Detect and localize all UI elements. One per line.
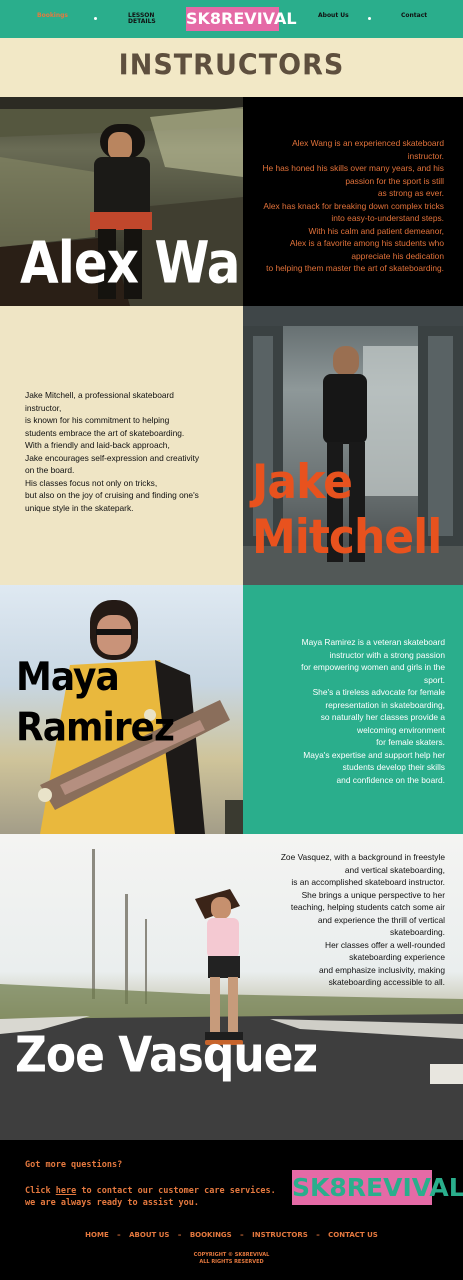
instructor-section-jake: Jake Mitchell, a professional skateboard… bbox=[0, 306, 463, 585]
footer-link-separator: – bbox=[316, 1231, 320, 1239]
bio-line: as strong as ever. bbox=[377, 188, 444, 198]
bio-line: into easy-to-understand steps. bbox=[331, 213, 444, 223]
footer-link-separator: – bbox=[240, 1231, 244, 1239]
bio-line: She brings a unique perspective to her bbox=[301, 889, 445, 900]
instructor-bio-zoe: Zoe Vasquez, with a background in freest… bbox=[245, 851, 445, 989]
footer-question: Got more questions? bbox=[25, 1160, 123, 1170]
bio-line: on the board. bbox=[25, 465, 75, 475]
footer-link-home[interactable]: HOME bbox=[85, 1231, 109, 1239]
title-band: INSTRUCTORS bbox=[0, 38, 463, 97]
bio-line: skateboarding. bbox=[390, 927, 445, 937]
bio-line: for empowering women and girls in the bbox=[301, 662, 445, 672]
bio-line: Jake Mitchell, a professional skateboard bbox=[25, 390, 174, 400]
help-line-2: we are always ready to assist you. bbox=[25, 1198, 199, 1208]
bio-line: sport. bbox=[424, 674, 445, 685]
copyright-line: ALL RIGHTS RESERVED bbox=[199, 1259, 264, 1265]
footer-link-contact[interactable]: CONTACT US bbox=[328, 1231, 378, 1239]
footer-link-instructors[interactable]: INSTRUCTORS bbox=[252, 1231, 308, 1239]
bio-line: Maya's expertise and support help her bbox=[303, 749, 445, 760]
bio-line: students embrace the art of skateboardin… bbox=[25, 427, 185, 438]
nav-bookings-link[interactable]: Bookings bbox=[37, 13, 68, 19]
bio-line: Her classes offer a well-rounded bbox=[325, 939, 445, 950]
bio-line: Alex is a favorite among his students wh… bbox=[289, 238, 444, 248]
footer-link-bookings[interactable]: BOOKINGS bbox=[190, 1231, 232, 1239]
bio-line: With a friendly and laid-back approach, bbox=[25, 440, 170, 450]
bio-line: unique style in the skatepark. bbox=[25, 502, 134, 513]
bio-line: is known for his commitment to helping bbox=[25, 415, 170, 425]
footer-link-separator: – bbox=[117, 1231, 121, 1239]
instructor-name-line: Ramirez bbox=[16, 705, 175, 751]
footer-logo[interactable]: SK8REVIVAL bbox=[292, 1170, 463, 1205]
bio-line: but also on the joy of cruising and find… bbox=[25, 490, 199, 500]
bio-line: students develop their skills bbox=[342, 762, 445, 772]
footer-help-text: Click here to contact our customer care … bbox=[25, 1185, 276, 1209]
help-suffix: to contact our customer care services. bbox=[76, 1186, 276, 1196]
bio-line: Maya Ramirez is a veteran skateboard bbox=[301, 637, 445, 647]
bio-line: skateboarding accessible to all. bbox=[328, 977, 445, 987]
bio-line: He has honed his skills over many years,… bbox=[262, 163, 444, 173]
footer: Got more questions? Click here to contac… bbox=[0, 1140, 463, 1280]
top-nav: Bookings LESSON DETAILS SK8REVIVAL About… bbox=[0, 0, 463, 38]
bio-line: and emphasize inclusivity, making bbox=[319, 964, 445, 975]
instructor-bio-jake: Jake Mitchell, a professional skateboard… bbox=[25, 389, 240, 514]
nav-contact-link[interactable]: Contact bbox=[401, 13, 427, 19]
bio-line: and vertical skateboarding, bbox=[344, 864, 445, 875]
footer-copyright: COPYRIGHT © SK8REVIVAL ALL RIGHTS RESERV… bbox=[0, 1252, 463, 1266]
bio-line: for female skaters. bbox=[376, 737, 445, 747]
bio-line: She's a tireless advocate for female bbox=[312, 687, 445, 697]
bio-line: welcoming environment bbox=[357, 724, 445, 735]
bio-line: instructor with a strong passion bbox=[329, 649, 445, 660]
nav-about-link[interactable]: About Us bbox=[318, 13, 349, 19]
page-title: INSTRUCTORS bbox=[118, 49, 345, 82]
bio-line: instructor. bbox=[407, 150, 444, 161]
bio-line: and experience the thrill of vertical bbox=[317, 914, 445, 925]
footer-links: HOME – ABOUT US – BOOKINGS – INSTRUCTORS… bbox=[0, 1231, 463, 1239]
bio-line: Alex has knack for breaking down complex… bbox=[263, 200, 444, 211]
instructor-name-jake: Jake Mitchell bbox=[252, 454, 442, 566]
instructor-section-maya: Maya Ramirez Maya Ramirez is a veteran s… bbox=[0, 585, 463, 834]
bio-line: Alex Wang is an experienced skateboard bbox=[292, 138, 444, 148]
instructor-name-line: Zoe Vasquez bbox=[15, 1026, 318, 1085]
bio-line: teaching, helping students catch some ai… bbox=[290, 902, 445, 912]
bio-line: passion for the sport is still bbox=[345, 175, 444, 186]
bio-line: Jake encourages self-expression and crea… bbox=[25, 452, 200, 463]
nav-separator-dot bbox=[94, 17, 97, 20]
instructor-name-maya: Maya Ramirez bbox=[16, 652, 175, 753]
bio-line: instructor, bbox=[25, 402, 62, 413]
bio-line: His classes focus not only on tricks, bbox=[25, 477, 158, 488]
bio-line: to helping them master the art of skateb… bbox=[266, 263, 444, 273]
bio-line: Zoe Vasquez, with a background in freest… bbox=[280, 852, 445, 862]
instructor-bio-maya: Maya Ramirez is a veteran skateboard ins… bbox=[245, 636, 445, 786]
bio-line: appreciate his dedication bbox=[351, 250, 444, 261]
instructor-name-line: Jake bbox=[252, 454, 353, 510]
instructor-section-zoe: Zoe Vasquez, with a background in freest… bbox=[0, 834, 463, 1140]
nav-lesson-details-link[interactable]: LESSON DETAILS bbox=[128, 13, 156, 25]
bio-line: skateboarding experience bbox=[349, 952, 445, 962]
bio-line: With his calm and patient demeanor, bbox=[308, 225, 444, 236]
nav-logo[interactable]: SK8REVIVAL bbox=[186, 7, 297, 31]
copyright-line: COPYRIGHT © SK8REVIVAL bbox=[193, 1252, 270, 1258]
help-prefix: Click bbox=[25, 1186, 56, 1196]
instructor-name-line: Maya bbox=[16, 654, 120, 700]
bio-line: representation in skateboarding, bbox=[325, 699, 445, 710]
bio-line: so naturally her classes provide a bbox=[320, 712, 445, 722]
footer-link-about[interactable]: ABOUT US bbox=[129, 1231, 169, 1239]
footer-link-separator: – bbox=[177, 1231, 182, 1239]
instructor-name-line: Mitchell bbox=[252, 510, 442, 566]
instructor-bio-alex: Alex Wang is an experienced skateboard i… bbox=[244, 137, 444, 275]
instructor-name-zoe: Zoe Vasquez bbox=[15, 1026, 318, 1085]
contact-here-link[interactable]: here bbox=[56, 1186, 76, 1196]
bio-line: and confidence on the board. bbox=[336, 774, 446, 785]
bio-line: is an accomplished skateboard instructor… bbox=[291, 877, 445, 887]
instructor-section-alex: Alex Wang Alex Wang is an experienced sk… bbox=[0, 97, 463, 306]
nav-separator-dot bbox=[368, 17, 371, 20]
